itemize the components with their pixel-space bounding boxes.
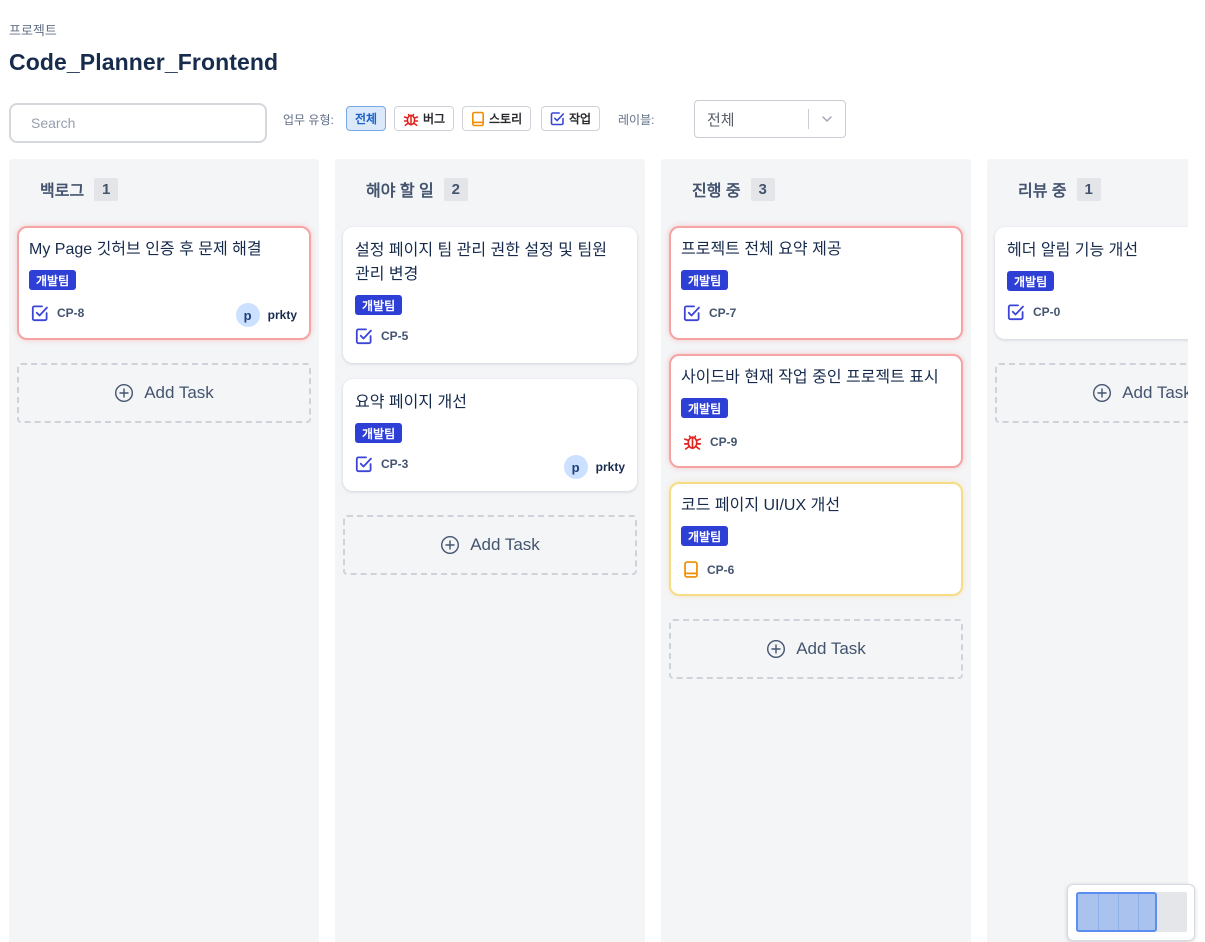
column-in-review: 리뷰 중 1 헤더 알림 기능 개선 개발팀 CP-0 Add Task bbox=[987, 159, 1188, 942]
label-filter-select[interactable]: 전체 bbox=[694, 100, 846, 138]
label-badge: 개발팀 bbox=[29, 270, 77, 290]
type-filter-all-label: 전체 bbox=[355, 112, 378, 126]
story-icon bbox=[684, 561, 698, 578]
add-task-label: Add Task bbox=[144, 383, 214, 402]
label-filter-label: 레이블: bbox=[618, 113, 655, 127]
breadcrumb[interactable]: 프로젝트 bbox=[9, 20, 57, 39]
assignee-name: prkty bbox=[595, 460, 625, 474]
page-title: Code_Planner_Frontend bbox=[9, 49, 279, 75]
type-filter-label: 업무 유형: bbox=[283, 113, 334, 127]
column-todo: 해야 할 일 2 설정 페이지 팀 관리 권한 설정 및 팀원 관리 변경 개발… bbox=[335, 159, 645, 942]
issue-key[interactable]: CP-5 bbox=[381, 329, 408, 343]
task-icon bbox=[355, 456, 372, 473]
kanban-board: 백로그 1 My Page 깃허브 인증 후 문제 해결 개발팀 CP-8 p … bbox=[9, 159, 1188, 942]
assignee[interactable]: p prkty bbox=[563, 455, 625, 479]
issue-key[interactable]: CP-9 bbox=[710, 435, 737, 449]
column-header: 진행 중 3 bbox=[692, 177, 775, 201]
add-task-label: Add Task bbox=[796, 639, 866, 658]
label-badge: 개발팀 bbox=[681, 526, 729, 546]
label-badge: 개발팀 bbox=[681, 398, 729, 418]
task-card-cp-5[interactable]: 설정 페이지 팀 관리 권한 설정 및 팀원 관리 변경 개발팀 CP-5 bbox=[343, 227, 637, 363]
card-meta: CP-3 bbox=[355, 455, 408, 473]
label-badge: 개발팀 bbox=[355, 295, 403, 315]
card-title: 설정 페이지 팀 관리 권한 설정 및 팀원 관리 변경 bbox=[355, 242, 607, 283]
card-meta: CP-0 bbox=[1007, 303, 1060, 321]
task-card-cp-7[interactable]: 프로젝트 전체 요약 제공 개발팀 CP-7 bbox=[669, 226, 963, 340]
chevron-down-icon[interactable] bbox=[809, 112, 845, 126]
plus-circle-icon bbox=[1093, 383, 1112, 403]
task-icon bbox=[1007, 304, 1024, 321]
add-task-button[interactable]: Add Task bbox=[343, 515, 637, 575]
column-title: 백로그 bbox=[40, 183, 85, 200]
task-icon bbox=[550, 112, 565, 126]
card-title: 코드 페이지 UI/UX 개선 bbox=[681, 497, 841, 514]
card-meta: CP-8 bbox=[31, 304, 84, 322]
column-in-progress: 진행 중 3 프로젝트 전체 요약 제공 개발팀 CP-7 사이드바 현재 작업… bbox=[661, 159, 971, 942]
type-filter-task-label: 작업 bbox=[569, 112, 592, 126]
task-card-cp-9[interactable]: 사이드바 현재 작업 중인 프로젝트 표시 개발팀 CP-9 bbox=[669, 354, 963, 468]
label-badge: 개발팀 bbox=[681, 270, 729, 290]
task-icon bbox=[683, 305, 700, 322]
type-filter-all-button[interactable]: 전체 bbox=[346, 106, 387, 131]
card-title: 헤더 알림 기능 개선 bbox=[1007, 242, 1139, 259]
avatar: p bbox=[563, 455, 588, 479]
column-count-badge: 3 bbox=[750, 177, 775, 201]
card-meta: CP-9 bbox=[683, 432, 737, 451]
task-card-cp-8[interactable]: My Page 깃허브 인증 후 문제 해결 개발팀 CP-8 p prkty bbox=[17, 226, 311, 340]
column-title: 진행 중 bbox=[692, 183, 741, 200]
column-count-badge: 2 bbox=[443, 177, 468, 201]
type-filter-bug-button[interactable]: 버그 bbox=[394, 106, 455, 131]
card-title: My Page 깃허브 인증 후 문제 해결 bbox=[29, 241, 262, 258]
column-header: 해야 할 일 2 bbox=[366, 177, 468, 201]
column-backlog: 백로그 1 My Page 깃허브 인증 후 문제 해결 개발팀 CP-8 p … bbox=[9, 159, 319, 942]
task-card-cp-3[interactable]: 요약 페이지 개선 개발팀 CP-3 p prkty bbox=[343, 379, 637, 491]
issue-key[interactable]: CP-0 bbox=[1033, 305, 1060, 319]
plus-circle-icon bbox=[441, 535, 460, 555]
add-task-button[interactable]: Add Task bbox=[17, 363, 311, 423]
type-filter-task-button[interactable]: 작업 bbox=[541, 106, 601, 131]
issue-key[interactable]: CP-7 bbox=[709, 306, 736, 320]
avatar: p bbox=[235, 303, 260, 327]
column-title: 리뷰 중 bbox=[1018, 183, 1067, 200]
card-title: 사이드바 현재 작업 중인 프로젝트 표시 bbox=[681, 369, 939, 386]
column-title: 해야 할 일 bbox=[366, 183, 434, 200]
column-count-badge: 1 bbox=[1076, 177, 1101, 201]
label-filter-value: 전체 bbox=[707, 111, 735, 129]
plus-circle-icon bbox=[115, 383, 134, 403]
task-card-cp-6[interactable]: 코드 페이지 UI/UX 개선 개발팀 CP-6 bbox=[669, 482, 963, 596]
story-icon bbox=[471, 111, 484, 126]
label-badge: 개발팀 bbox=[355, 423, 403, 443]
card-title: 요약 페이지 개선 bbox=[355, 394, 467, 411]
card-title: 프로젝트 전체 요약 제공 bbox=[681, 241, 842, 258]
minimap-viewport-thumb[interactable] bbox=[1076, 892, 1157, 932]
column-header: 리뷰 중 1 bbox=[1018, 177, 1101, 201]
task-icon bbox=[355, 328, 372, 345]
card-meta: CP-6 bbox=[683, 560, 734, 579]
assignee[interactable]: p prkty bbox=[235, 303, 297, 327]
card-meta: CP-5 bbox=[355, 327, 408, 345]
issue-key[interactable]: CP-3 bbox=[381, 457, 408, 471]
add-task-button[interactable]: Add Task bbox=[995, 363, 1188, 423]
issue-key[interactable]: CP-8 bbox=[57, 306, 84, 320]
task-card-cp-0[interactable]: 헤더 알림 기능 개선 개발팀 CP-0 bbox=[995, 227, 1188, 339]
card-meta: CP-7 bbox=[683, 304, 736, 322]
add-task-label: Add Task bbox=[470, 535, 540, 554]
type-filter-story-label: 스토리 bbox=[489, 112, 523, 126]
add-task-button[interactable]: Add Task bbox=[669, 619, 963, 679]
plus-circle-icon bbox=[767, 639, 786, 659]
search-input[interactable] bbox=[9, 103, 267, 143]
assignee-name: prkty bbox=[267, 308, 297, 322]
filter-toolbar: 업무 유형: 전체 버그 스토리 작업 레이블: 전체 bbox=[9, 100, 1199, 143]
add-task-label: Add Task bbox=[1122, 383, 1188, 402]
column-header: 백로그 1 bbox=[40, 177, 119, 201]
bug-icon bbox=[403, 113, 419, 126]
board-minimap[interactable] bbox=[1067, 884, 1195, 941]
column-count-badge: 1 bbox=[94, 177, 119, 201]
issue-key[interactable]: CP-6 bbox=[707, 563, 734, 577]
label-badge: 개발팀 bbox=[1007, 271, 1055, 291]
type-filter-story-button[interactable]: 스토리 bbox=[462, 106, 532, 131]
task-icon bbox=[31, 305, 48, 322]
type-filter-bug-label: 버그 bbox=[423, 112, 446, 126]
bug-icon bbox=[683, 435, 702, 450]
